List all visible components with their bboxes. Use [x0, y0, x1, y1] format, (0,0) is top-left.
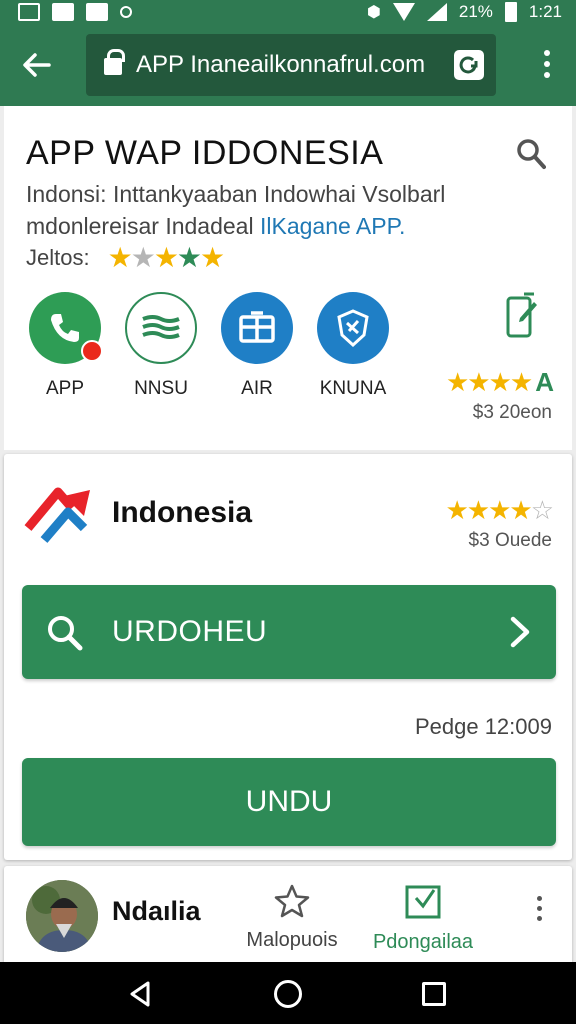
tabs-icon — [459, 56, 478, 74]
rating-label: Jeltos: — [26, 245, 90, 270]
nav-recents-icon[interactable] — [422, 982, 446, 1006]
search-icon — [48, 616, 83, 651]
rating-row: Jeltos: ★ ★ ★ ★ ★ — [26, 242, 226, 273]
app-shortcut-nnsu[interactable]: NNSU — [120, 292, 202, 400]
download-button[interactable]: Pdongailaa — [368, 884, 478, 954]
chevron-right-icon — [510, 616, 530, 648]
back-button[interactable] — [0, 24, 72, 106]
lock-icon — [104, 49, 125, 75]
featured-rating: ★ ★ ★ ★ ☆ $3 Ouede — [445, 495, 554, 552]
clock: 1:21 — [528, 2, 562, 21]
battery-icon — [504, 2, 517, 22]
image-icon — [52, 3, 74, 21]
overflow-menu-button[interactable] — [544, 50, 550, 78]
app-shortcuts: APP NNSU AIR KNUNA — [24, 292, 394, 400]
favorites-label: Malopuois — [246, 929, 338, 951]
favorites-button[interactable]: Malopuois — [242, 884, 342, 952]
nav-home-icon[interactable] — [274, 980, 302, 1008]
app-shortcut-knuna[interactable]: KNUNA — [312, 292, 394, 400]
mobile-edit-icon[interactable] — [504, 292, 538, 340]
search-button-label: URDOHEU — [112, 615, 268, 648]
page-title: APP WAP IDDONESIA — [26, 134, 384, 172]
app-shortcut-app[interactable]: APP — [24, 292, 106, 400]
vpn-icon: ⬢ — [366, 4, 381, 21]
tabs-button[interactable] — [454, 50, 484, 80]
notification-icon — [86, 3, 108, 21]
rating-stars: ★ ★ ★ ★ ★ — [107, 242, 226, 273]
search-icon[interactable] — [516, 138, 546, 172]
screenshot-icon — [18, 3, 40, 21]
wifi-icon — [392, 3, 415, 21]
arrow-left-icon — [23, 53, 51, 77]
featured-title: Indonesia — [112, 496, 253, 529]
app-description: Indonsi: Inttankyaaban Indowhai Vsolbarl… — [26, 181, 446, 239]
nav-back-icon[interactable] — [128, 980, 152, 1008]
star-outline-icon — [274, 884, 310, 918]
app-header-card: APP WAP IDDONESIA Indonsi: Inttankyaaban… — [4, 106, 572, 450]
notification-badge — [81, 340, 103, 362]
sync-icon — [120, 6, 132, 18]
brand-logo — [24, 487, 90, 543]
battery-percent: 21% — [458, 2, 493, 21]
shield-icon — [317, 292, 389, 364]
featured-card: Indonesia ★ ★ ★ ★ ☆ $3 Ouede URDOHEU Pedge 1… — [4, 454, 572, 860]
user-card: Ndaılia Malopuois Pdongailaa — [4, 866, 572, 962]
signal-icon — [426, 3, 447, 21]
featured-price: $3 Ouede — [468, 530, 552, 551]
side-rating: ★ ★ ★ ★ A $3 20eon — [445, 367, 554, 424]
avatar[interactable] — [26, 880, 98, 952]
side-rating-stars: ★ ★ ★ ★ A — [445, 367, 554, 397]
phone-icon — [29, 292, 103, 364]
app-bar: APP Inaneailkonnafrul.com — [0, 24, 576, 106]
user-name: Ndaılia — [112, 896, 201, 926]
download-box-icon — [405, 885, 441, 919]
description-link[interactable]: IlKagane APP. — [260, 213, 405, 239]
card-menu-button[interactable] — [537, 896, 542, 921]
url-text: APP Inaneailkonnafrul.com — [136, 51, 426, 78]
building-icon — [221, 292, 293, 364]
page-meta: Pedge 12:009 — [414, 714, 552, 739]
url-bar[interactable]: APP Inaneailkonnafrul.com — [86, 34, 496, 96]
app-shortcut-air[interactable]: AIR — [216, 292, 298, 400]
featured-rating-stars: ★ ★ ★ ★ ☆ — [445, 495, 554, 525]
download-label: Pdongailaa — [372, 931, 474, 953]
status-bar: ⬢ 21% 1:21 — [0, 0, 576, 24]
search-button[interactable]: URDOHEU — [22, 585, 556, 679]
undu-button[interactable]: UNDU — [22, 758, 556, 846]
side-price: $3 20eon — [472, 402, 552, 423]
flag-icon — [125, 292, 197, 364]
system-nav-bar — [0, 962, 576, 1024]
